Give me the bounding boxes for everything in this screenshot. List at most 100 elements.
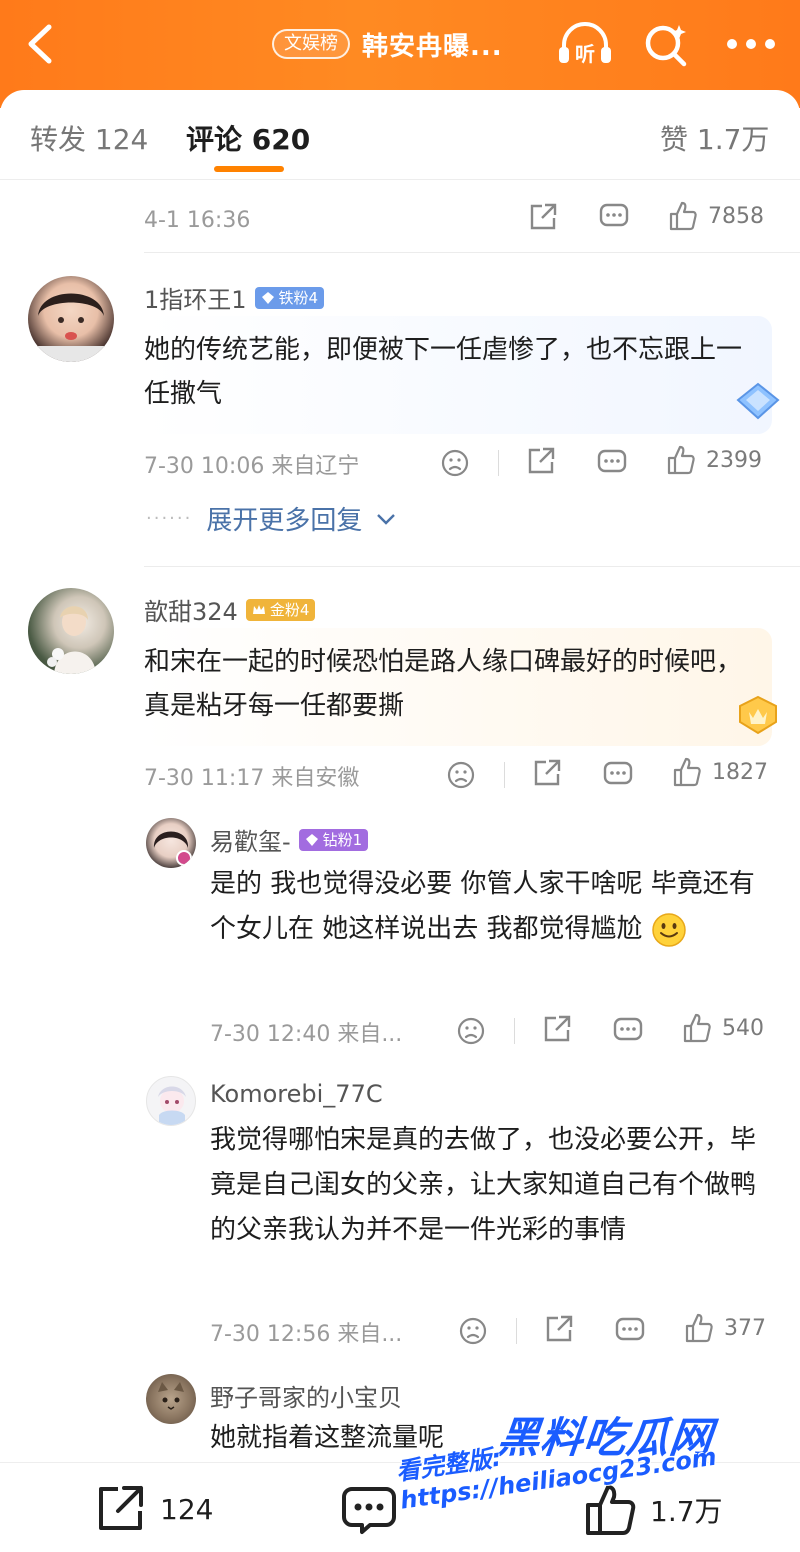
expand-label: 展开更多回复 — [206, 506, 363, 536]
gold-badge-icon — [739, 695, 777, 735]
thumbs-up-icon — [586, 1485, 636, 1535]
smile-emoji-icon — [652, 912, 686, 947]
avatar[interactable] — [28, 276, 114, 362]
share-icon — [530, 203, 557, 230]
reply-author[interactable]: 野子哥家的小宝贝 — [210, 1378, 402, 1413]
thumbs-up-icon — [669, 201, 697, 231]
share-icon — [544, 1015, 571, 1042]
avatar-image — [158, 1382, 184, 1410]
dislike-button[interactable] — [446, 760, 476, 790]
username[interactable]: Komorebi_77C — [210, 1080, 383, 1108]
like-button[interactable]: 540 — [682, 1012, 764, 1044]
bottom-like-button[interactable]: 1.7万 — [584, 1483, 723, 1537]
thumbs-up-icon — [673, 757, 701, 787]
post-like-count: 7858 — [708, 203, 764, 229]
avatar[interactable] — [146, 1076, 196, 1126]
reply-button[interactable] — [612, 1016, 644, 1046]
reply-author[interactable]: 易歡玺- 钻粉1 — [210, 822, 369, 857]
back-button[interactable] — [18, 20, 62, 68]
post-like-button[interactable]: 7858 — [668, 200, 764, 232]
bottom-like-count: 1.7万 — [650, 1495, 723, 1528]
tab-likes[interactable]: 赞 1.7万 — [660, 118, 769, 158]
more-button[interactable] — [718, 20, 784, 68]
dislike-button[interactable] — [456, 1016, 486, 1046]
share-button[interactable] — [532, 758, 562, 788]
comment-icon — [613, 1017, 643, 1041]
reply-button[interactable] — [602, 760, 634, 790]
search-button[interactable] — [640, 20, 692, 68]
reply-text: 我觉得哪怕宋是真的去做了，也没必要公开，毕竟是自己闺女的父亲，让大家知道自己有个… — [210, 1125, 757, 1245]
bottom-comment-button[interactable] — [342, 1483, 396, 1535]
thumbs-up-icon — [683, 1013, 711, 1043]
comment-icon — [342, 1487, 396, 1534]
search-icon — [645, 25, 687, 67]
share-button[interactable] — [544, 1314, 574, 1344]
dislike-button[interactable] — [440, 448, 470, 478]
sad-face-icon — [459, 1317, 487, 1345]
reply-time-location: 7-30 12:40 来自... — [210, 1022, 403, 1047]
separator — [514, 1018, 515, 1044]
tab-comments[interactable]: 评论 620 — [186, 118, 310, 158]
fan-badge: 铁粉4 — [254, 286, 325, 309]
comment-icon — [599, 203, 629, 227]
comment-icon — [597, 449, 627, 473]
share-button[interactable] — [542, 1014, 572, 1044]
username[interactable]: 易歡玺- — [210, 822, 291, 857]
like-count: 540 — [722, 1015, 764, 1041]
fan-badge: 钻粉1 — [298, 828, 369, 851]
listen-button[interactable]: 听 — [554, 20, 616, 68]
badge-label: 金粉4 — [269, 601, 310, 619]
diamond-icon — [305, 833, 318, 846]
expand-dots: ······ — [146, 508, 193, 529]
badge-label: 铁粉4 — [278, 289, 319, 307]
avatar-image — [153, 831, 192, 866]
username[interactable]: 1指环王1 — [144, 280, 247, 315]
share-button[interactable] — [526, 446, 556, 476]
reply-button[interactable] — [614, 1316, 646, 1346]
expand-replies-button[interactable]: ······ 展开更多回复 — [146, 500, 396, 537]
tab-reposts[interactable]: 转发 124 — [30, 118, 148, 158]
reply-button[interactable] — [596, 448, 628, 478]
diamond-icon — [261, 291, 274, 304]
reply-text: 是的 我也觉得没必要 你管人家干啥呢 毕竟还有个女儿在 她这样说出去 我都觉得尴… — [210, 862, 758, 952]
username[interactable]: 野子哥家的小宝贝 — [210, 1378, 402, 1413]
comment-text: 她的传统艺能，即便被下一任虐惨了，也不忘跟上一任撒气 — [144, 316, 772, 434]
post-share-button[interactable] — [528, 202, 558, 232]
thumbs-up-icon — [685, 1313, 713, 1343]
sad-face-icon — [441, 449, 469, 477]
comment-author[interactable]: 歆甜324 金粉4 — [144, 592, 316, 627]
comment-time-location: 7-30 10:06 来自辽宁 — [144, 454, 360, 479]
dislike-button[interactable] — [458, 1316, 488, 1346]
share-icon — [528, 447, 555, 474]
separator — [504, 762, 505, 788]
chevron-down-icon — [377, 513, 396, 525]
post-comment-button[interactable] — [598, 202, 630, 232]
fan-badge: 金粉4 — [245, 598, 316, 621]
like-button[interactable]: 2399 — [666, 444, 762, 476]
separator — [516, 1318, 517, 1344]
comment-icon — [603, 761, 633, 785]
crown-icon — [252, 604, 265, 614]
comment-author[interactable]: 1指环王1 铁粉4 — [144, 280, 325, 315]
divider — [144, 566, 800, 567]
avatar[interactable] — [146, 818, 196, 868]
svg-text:听: 听 — [575, 42, 595, 66]
like-button[interactable]: 1827 — [672, 756, 768, 788]
tab-bar: 转发 124 评论 620 赞 1.7万 — [0, 90, 800, 180]
comment-text: 和宋在一起的时候恐怕是路人缘口碑最好的时候吧，真是粘牙每一任都要撕 — [144, 628, 772, 746]
separator — [498, 450, 499, 476]
avatar[interactable] — [28, 588, 114, 674]
reply-author[interactable]: Komorebi_77C — [210, 1080, 383, 1108]
like-button[interactable]: 377 — [684, 1312, 766, 1344]
post-timestamp: 4-1 16:36 — [144, 207, 251, 233]
like-count: 1827 — [712, 759, 768, 785]
rank-tag[interactable]: 文娱榜 — [272, 29, 350, 59]
like-count: 377 — [724, 1315, 766, 1341]
share-icon — [546, 1315, 573, 1342]
badge-label: 钻粉1 — [322, 831, 363, 849]
share-icon — [534, 759, 561, 786]
username[interactable]: 歆甜324 — [144, 592, 238, 627]
diamond-badge-icon — [736, 382, 780, 420]
avatar[interactable] — [146, 1374, 196, 1424]
bottom-repost-button[interactable]: 124 — [94, 1483, 213, 1535]
